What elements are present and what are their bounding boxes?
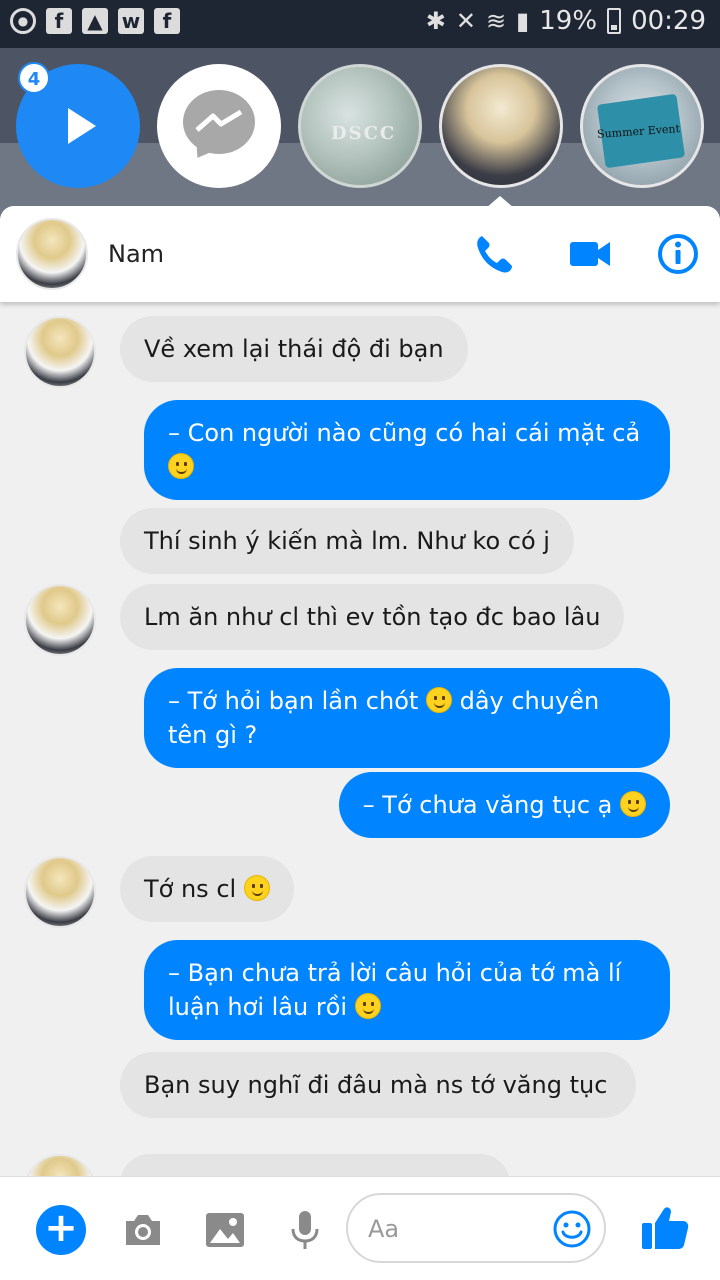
chat-head-label: DSCC: [331, 123, 397, 144]
smile-emoji-icon: [354, 993, 381, 1019]
chat-head-messenger[interactable]: [157, 64, 281, 188]
play-icon: [68, 108, 96, 144]
outgoing-message[interactable]: – Bạn chưa trả lời câu hỏi của tớ mà lí …: [144, 940, 670, 1040]
emoji-picker-icon[interactable]: [552, 1209, 592, 1249]
status-bar: ● f ▲ w f ✱ ✕ ≋ ▮ 19% 00:29: [0, 0, 720, 48]
incoming-message[interactable]: Tớ ns cl: [120, 856, 294, 922]
active-head-pointer: [486, 196, 514, 208]
notification-icons: ● f ▲ w f: [10, 8, 180, 34]
facebook-icon: f: [154, 8, 180, 34]
outgoing-message[interactable]: – Tớ hỏi bạn lần chót dây chuyền tên gì …: [144, 668, 670, 768]
mute-icon: ✕: [455, 7, 476, 35]
unread-badge: 4: [18, 62, 50, 94]
webtoon-icon: w: [118, 8, 144, 34]
incoming-message[interactable]: Bạn suy nghĩ đi đâu mà ns tớ văng tục: [120, 1052, 636, 1118]
messenger-head-icon: ●: [10, 8, 36, 34]
chat-head-group[interactable]: DSCC: [298, 64, 422, 188]
message-composer: +: [0, 1176, 720, 1280]
incoming-message[interactable]: Thí sinh ý kiến mà lm. Như ko có j: [120, 508, 574, 574]
avatar[interactable]: [24, 856, 96, 928]
clock: 00:29: [631, 6, 706, 36]
like-thumbs-up-icon[interactable]: [640, 1203, 690, 1253]
incoming-message[interactable]: Lm ăn như cl thì ev tồn tạo đc bao lâu: [120, 584, 625, 650]
camera-icon[interactable]: [120, 1207, 166, 1253]
gallery-icon: ▲: [82, 8, 108, 34]
video-call-icon[interactable]: [568, 232, 612, 276]
avatar[interactable]: [24, 584, 96, 656]
conversation-panel: Nam Về xem lại thái độ đi bạn – Con ngườ…: [0, 206, 720, 1280]
message-input[interactable]: [368, 1209, 548, 1249]
smile-emoji-icon: [168, 453, 194, 479]
signal-icon: ▮: [516, 7, 530, 35]
outgoing-message[interactable]: – Tớ chưa văng tục ạ: [338, 772, 670, 838]
info-icon[interactable]: [656, 232, 700, 276]
wifi-icon: ≋: [485, 7, 507, 35]
facebook-icon: f: [46, 8, 72, 34]
phone-icon[interactable]: [472, 232, 516, 276]
chat-head-event[interactable]: Summer Event: [580, 64, 704, 188]
chat-head-nam[interactable]: [439, 64, 563, 188]
battery-icon: [607, 8, 622, 34]
smile-emoji-icon: [243, 875, 270, 901]
battery-percent: 19%: [539, 6, 598, 36]
gallery-icon[interactable]: [202, 1207, 248, 1253]
system-icons: ✱ ✕ ≋ ▮ 19% 00:29: [426, 6, 706, 36]
outgoing-message[interactable]: – Con người nào cũng có hai cái mặt cả: [144, 400, 670, 500]
message-list[interactable]: Về xem lại thái độ đi bạn – Con người nà…: [0, 302, 720, 1226]
add-icon[interactable]: +: [36, 1205, 86, 1255]
bluetooth-icon: ✱: [425, 7, 446, 35]
microphone-icon[interactable]: [282, 1207, 328, 1253]
message-input-box[interactable]: [346, 1193, 606, 1263]
smile-emoji-icon: [425, 687, 452, 713]
conversation-header: Nam: [0, 206, 720, 302]
incoming-message[interactable]: Về xem lại thái độ đi bạn: [120, 316, 468, 382]
avatar[interactable]: [24, 316, 96, 388]
smile-emoji-icon: [620, 791, 646, 817]
avatar[interactable]: [16, 218, 88, 290]
contact-name[interactable]: Nam: [108, 240, 164, 268]
messenger-bolt-icon: [195, 110, 243, 132]
